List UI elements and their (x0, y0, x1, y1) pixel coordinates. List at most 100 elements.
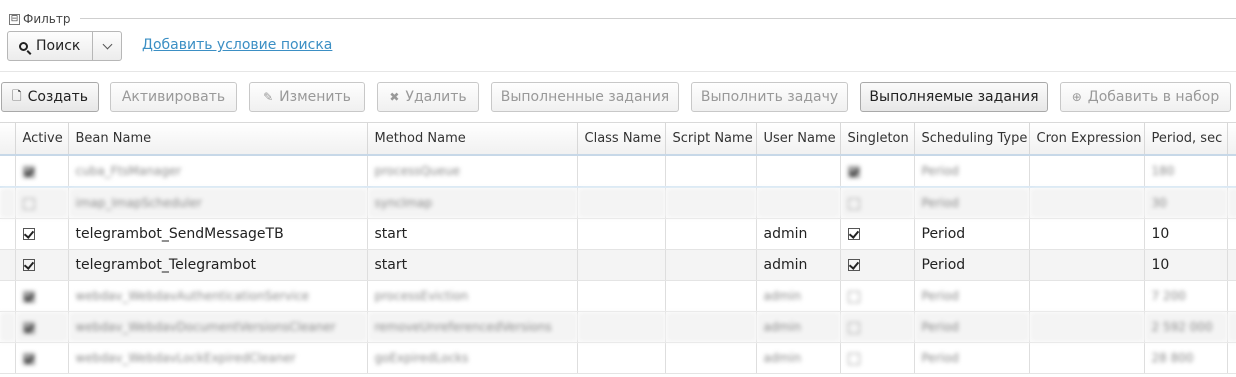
bean-name-cell: webdav_WebdavAuthenticationService (68, 280, 368, 312)
active-cell (15, 280, 69, 312)
period-cell: 2 592 000 (1144, 311, 1228, 343)
row-selector[interactable] (0, 249, 16, 281)
checkbox-unchecked-icon (22, 197, 35, 210)
method-name-cell: processEviction (367, 280, 578, 312)
column-header-script-name[interactable]: Script Name (665, 123, 757, 156)
checkbox-checked-icon (22, 321, 35, 334)
table-row[interactable]: telegrambot_SendMessageTB start admin Perio… (0, 218, 1236, 250)
checkbox-unchecked-icon (847, 290, 860, 303)
table-row[interactable]: webdav_WebdavAuthenticationService proces… (0, 280, 1236, 312)
row-selector[interactable] (0, 155, 16, 188)
row-selector[interactable] (0, 218, 16, 250)
class-name-cell (577, 311, 666, 343)
column-header-user-name[interactable]: User Name (756, 123, 841, 156)
running-tasks-button[interactable]: Выполняемые задания (860, 82, 1048, 112)
row-selector[interactable] (0, 187, 16, 219)
search-button-label: Поиск (36, 38, 81, 54)
executed-tasks-button[interactable]: Выполненные задания (491, 82, 679, 112)
column-header-scheduling-type[interactable]: Scheduling Type (914, 123, 1030, 156)
singleton-cell (840, 280, 915, 312)
close-icon: ✖ (389, 90, 400, 104)
activate-button[interactable]: Активировать (110, 82, 237, 112)
add-search-condition-link[interactable]: Добавить условие поиска (142, 37, 332, 53)
script-name-cell (665, 218, 757, 250)
cron-expression-cell (1029, 249, 1145, 281)
overflow-cell (1227, 218, 1236, 250)
create-button-label: Создать (27, 89, 89, 105)
table-row[interactable]: webdav_WebdavLockExpiredCleaner goExpired… (0, 342, 1236, 374)
checkbox-checked-icon (847, 228, 860, 240)
cron-expression-cell (1029, 342, 1145, 374)
cron-expression-cell (1029, 187, 1145, 219)
scheduling-type-cell: Period (914, 218, 1030, 250)
table-row[interactable]: imap_ImapScheduler syncImap Period 30 (0, 187, 1236, 219)
column-header-period[interactable]: Period, sec (1144, 123, 1228, 156)
column-header-overflow (1227, 123, 1236, 156)
run-task-button[interactable]: Выполнить задачу (691, 82, 848, 112)
script-name-cell (665, 187, 757, 219)
checkbox-unchecked-icon (847, 321, 860, 334)
search-options-dropdown[interactable] (93, 32, 121, 60)
user-name-cell (756, 155, 841, 188)
method-name-cell: syncImap (367, 187, 578, 219)
scheduling-type-cell: Period (914, 187, 1030, 219)
checkbox-unchecked-icon (847, 352, 860, 365)
search-button[interactable]: Поиск (8, 32, 94, 60)
collapse-icon[interactable]: ⊟ (9, 13, 20, 25)
table-header-row: Active Bean Name Method Name Class Name … (0, 123, 1236, 156)
filter-legend[interactable]: ⊟ Фильтр (9, 11, 70, 27)
column-header-bean-name[interactable]: Bean Name (68, 123, 368, 156)
bean-name-cell: imap_ImapScheduler (68, 187, 368, 219)
section-divider (0, 71, 1236, 72)
singleton-cell (840, 155, 915, 188)
table-row[interactable]: cuba_FtsManager processQueue Period 180 (0, 155, 1236, 188)
cron-expression-cell (1029, 155, 1145, 188)
method-name-cell: removeUnreferencedVersions (367, 311, 578, 343)
cron-expression-cell (1029, 280, 1145, 312)
edit-button-label: Изменить (279, 89, 351, 105)
running-tasks-label: Выполняемые задания (869, 89, 1039, 105)
script-name-cell (665, 342, 757, 374)
create-button[interactable]: 🗋 Создать (1, 82, 99, 112)
scheduling-type-cell: Period (914, 280, 1030, 312)
add-to-set-button[interactable]: ⊕ Добавить в набор (1060, 82, 1231, 112)
singleton-cell (840, 311, 915, 343)
plus-circle-icon: ⊕ (1071, 90, 1082, 104)
method-name-cell: goExpiredLocks (367, 342, 578, 374)
user-name-cell: admin (756, 249, 841, 281)
table-row[interactable]: webdav_WebdavDocumentVersionsCleaner remo… (0, 311, 1236, 343)
bean-name-cell: cuba_FtsManager (68, 155, 368, 188)
singleton-cell (840, 187, 915, 219)
class-name-cell (577, 155, 666, 188)
scheduling-type-cell: Period (914, 342, 1030, 374)
overflow-cell (1227, 342, 1236, 374)
column-header-method-name[interactable]: Method Name (367, 123, 578, 156)
singleton-cell (840, 249, 915, 281)
cron-expression-cell (1029, 218, 1145, 250)
row-selector[interactable] (0, 342, 16, 374)
period-cell: 30 (1144, 187, 1228, 219)
column-header-active[interactable]: Active (15, 123, 69, 156)
script-name-cell (665, 311, 757, 343)
active-cell (15, 249, 69, 281)
class-name-cell (577, 218, 666, 250)
user-name-cell (756, 187, 841, 219)
method-name-cell: start (367, 249, 578, 281)
edit-button[interactable]: ✎ Изменить (249, 82, 365, 112)
overflow-cell (1227, 187, 1236, 219)
column-header-cron-expression[interactable]: Cron Expression (1029, 123, 1145, 156)
script-name-cell (665, 249, 757, 281)
class-name-cell (577, 280, 666, 312)
active-cell (15, 187, 69, 219)
row-selector[interactable] (0, 280, 16, 312)
period-cell: 7 200 (1144, 280, 1228, 312)
column-header-singleton[interactable]: Singleton (840, 123, 915, 156)
column-header-class-name[interactable]: Class Name (577, 123, 666, 156)
table-row[interactable]: telegrambot_Telegrambot start admin Period 1… (0, 249, 1236, 281)
checkbox-checked-icon (22, 352, 35, 365)
pencil-icon: ✎ (263, 90, 274, 104)
row-selector[interactable] (0, 311, 16, 343)
script-name-cell (665, 280, 757, 312)
delete-button[interactable]: ✖ Удалить (377, 82, 479, 112)
overflow-cell (1227, 311, 1236, 343)
